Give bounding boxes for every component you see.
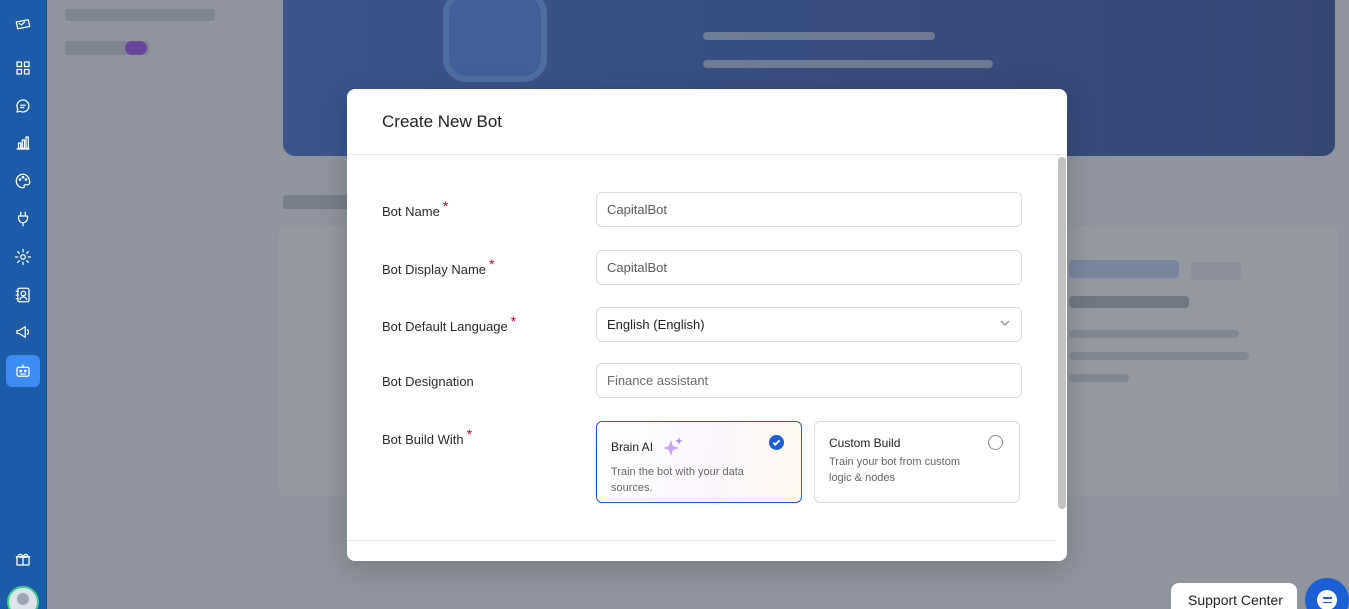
gift-icon[interactable]	[6, 543, 40, 575]
bot-language-label: Bot Default Language *	[382, 313, 516, 334]
avatar[interactable]	[7, 586, 39, 609]
bot-icon[interactable]	[6, 355, 40, 387]
megaphone-icon[interactable]	[6, 316, 40, 348]
custom-build-option[interactable]: Custom Build Train your bot from custom …	[814, 421, 1020, 503]
brain-ai-radio[interactable]	[769, 435, 784, 450]
modal-title: Create New Bot	[382, 111, 502, 131]
palette-icon[interactable]	[6, 165, 40, 197]
dashboard-icon[interactable]	[6, 52, 40, 84]
brain-ai-title-text: Brain AI	[611, 440, 654, 454]
brain-ai-title: Brain AI	[611, 436, 787, 458]
bot-language-label-text: Bot Default Language	[382, 319, 508, 334]
settings-icon[interactable]	[6, 241, 40, 273]
chevron-down-icon	[999, 317, 1011, 332]
sidebar	[0, 0, 47, 609]
bot-designation-label-text: Bot Designation	[382, 374, 474, 389]
bot-display-name-label-text: Bot Display Name	[382, 262, 487, 277]
required-mark: *	[510, 313, 517, 329]
bot-language-value: English (English)	[607, 317, 705, 332]
analytics-icon[interactable]	[6, 127, 40, 159]
footer-divider	[347, 540, 1057, 541]
bot-display-name-input[interactable]: CapitalBot	[596, 250, 1022, 285]
bot-name-label: Bot Name *	[382, 198, 448, 219]
bot-designation-label: Bot Designation	[382, 374, 474, 389]
sparkle-icon	[663, 437, 684, 456]
bot-build-with-label-text: Bot Build With	[382, 432, 464, 447]
create-bot-modal: Create New Bot Bot Name * CapitalBot Bot …	[347, 89, 1067, 561]
brain-ai-option[interactable]: Brain AI Train the bot with your data so…	[596, 421, 802, 503]
modal-header: Create New Bot	[347, 89, 1067, 155]
bot-designation-input[interactable]: Finance assistant	[596, 363, 1022, 398]
bot-display-name-label: Bot Display Name *	[382, 256, 495, 277]
chat-icon[interactable]	[6, 90, 40, 122]
brain-ai-description: Train the bot with your data sources.	[611, 466, 744, 494]
custom-build-title: Custom Build	[829, 436, 901, 450]
contacts-icon[interactable]	[6, 279, 40, 311]
modal-scrollbar[interactable]	[1058, 157, 1066, 509]
custom-build-description: Train your bot from custom logic & nodes	[829, 456, 961, 484]
bot-name-label-text: Bot Name	[382, 204, 440, 219]
bot-build-with-label: Bot Build With *	[382, 426, 472, 447]
chat-icon	[1317, 590, 1337, 609]
check-icon	[772, 439, 781, 447]
logo-icon[interactable]	[6, 9, 40, 41]
plug-icon[interactable]	[6, 203, 40, 235]
support-center-button[interactable]: Support Center	[1171, 583, 1297, 609]
bot-language-select[interactable]: English (English)	[596, 307, 1022, 342]
required-mark: *	[466, 426, 473, 442]
custom-build-radio[interactable]	[988, 435, 1003, 450]
required-mark: *	[489, 256, 495, 272]
required-mark: *	[442, 198, 449, 214]
bot-name-input[interactable]: CapitalBot	[596, 192, 1022, 227]
